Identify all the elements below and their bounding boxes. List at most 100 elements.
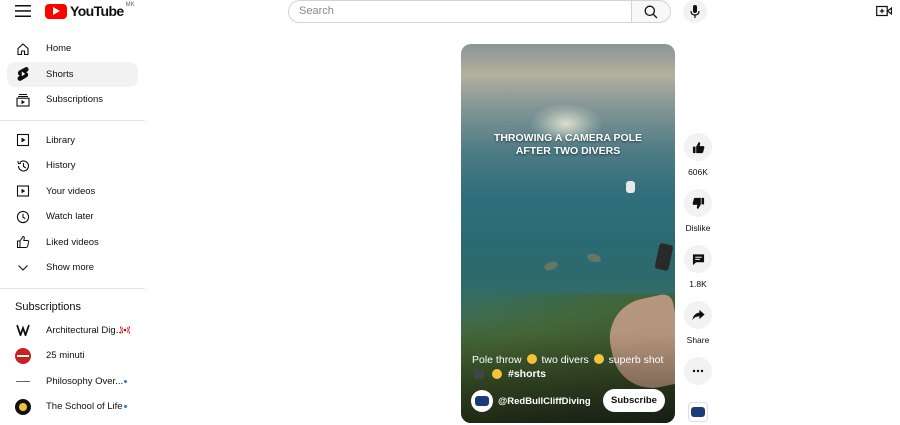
thumbs-up-icon xyxy=(692,141,704,153)
dislike-action: Dislike xyxy=(683,189,713,233)
country-code: MK xyxy=(125,2,135,8)
dislike-label: Dislike xyxy=(685,223,711,233)
live-indicator-icon xyxy=(119,325,131,336)
caption-text-3: superb shot xyxy=(608,354,664,366)
new-content-dot xyxy=(124,405,127,408)
sidebar-item-watch-later[interactable]: Watch later xyxy=(7,204,138,230)
share-icon xyxy=(691,309,705,321)
sidebar-item-show-more[interactable]: Show more xyxy=(7,255,138,281)
history-icon xyxy=(15,158,31,174)
home-icon xyxy=(15,41,31,57)
share-label: Share xyxy=(686,335,710,345)
search-icon xyxy=(644,5,658,18)
caption-text-2: two divers xyxy=(541,354,589,366)
sidebar-item-label: Subscriptions xyxy=(46,94,104,106)
star-eyes-emoji-icon xyxy=(492,369,502,379)
youtube-play-icon xyxy=(45,3,67,19)
create-button[interactable] xyxy=(874,3,894,19)
comments-action: 1.8K xyxy=(683,245,713,289)
like-action: 606K xyxy=(683,133,713,177)
sound-channel-avatar[interactable] xyxy=(688,402,708,422)
sidebar-item-home[interactable]: Home xyxy=(7,36,138,62)
like-count: 606K xyxy=(688,167,708,177)
video-frame-boat xyxy=(626,181,635,193)
more-horizontal-icon xyxy=(692,369,704,373)
channel-name[interactable]: @RedBullCliffDiving xyxy=(498,396,591,407)
subscription-item-architectural-digest[interactable]: Architectural Dig... xyxy=(7,318,138,344)
sidebar-item-shorts[interactable]: Shorts xyxy=(7,61,138,87)
subscription-item-philosophy-overdose[interactable]: Philosophy Over... xyxy=(7,369,138,395)
subscription-label: 25 minuti xyxy=(46,350,85,362)
shorts-video-player[interactable]: THROWING A CAMERA POLE AFTER TWO DIVERS … xyxy=(461,44,675,423)
subscription-label: Architectural Dig... xyxy=(46,324,124,336)
share-action: Share xyxy=(683,301,713,345)
video-frame-diver xyxy=(543,259,559,273)
sidebar-item-label: Watch later xyxy=(46,211,94,223)
sidebar-item-library[interactable]: Library xyxy=(7,128,138,154)
channel-avatar xyxy=(15,347,31,364)
sidebar-item-your-videos[interactable]: Your videos xyxy=(7,179,138,205)
logo-text: YouTube xyxy=(70,3,124,19)
subscription-item-the-school-of-life[interactable]: The School of Life xyxy=(7,394,138,420)
sidebar-item-subscriptions[interactable]: Subscriptions xyxy=(7,87,138,113)
more-options-button[interactable] xyxy=(684,357,712,385)
like-button[interactable] xyxy=(684,133,712,161)
sidebar-item-label: Show more xyxy=(46,262,95,274)
library-icon xyxy=(15,132,31,148)
subscriptions-heading: Subscriptions xyxy=(15,300,82,313)
sidebar-item-label: Home xyxy=(46,43,72,55)
chevron-down-icon xyxy=(15,260,31,276)
video-overlay-title: THROWING A CAMERA POLE AFTER TWO DIVERS xyxy=(461,132,675,158)
hamburger-icon xyxy=(15,5,31,17)
channel-avatar xyxy=(15,373,31,390)
top-bar: YouTube MK Search xyxy=(0,0,900,24)
sidebar-item-label: Your videos xyxy=(46,185,96,197)
video-frame-diver xyxy=(586,252,602,264)
subscription-item-25-minuti[interactable]: 25 minuti xyxy=(7,343,138,369)
video-caption[interactable]: Pole throw two divers superb shot #short… xyxy=(472,353,672,381)
subscription-label: The School of Life xyxy=(46,401,123,413)
microphone-icon xyxy=(690,5,700,18)
sidebar-item-history[interactable]: History xyxy=(7,153,138,179)
menu-button[interactable] xyxy=(12,2,34,20)
comments-button[interactable] xyxy=(684,245,712,273)
create-video-icon xyxy=(876,5,892,17)
channel-avatar xyxy=(15,398,31,415)
shorts-icon xyxy=(15,66,31,82)
channel-avatar[interactable] xyxy=(471,390,493,412)
channel-avatar xyxy=(15,322,31,339)
subscription-label: Philosophy Over... xyxy=(46,375,124,387)
sidebar-item-liked-videos[interactable]: Liked videos xyxy=(7,230,138,256)
share-button[interactable] xyxy=(684,301,712,329)
subscribe-button[interactable]: Subscribe xyxy=(603,389,665,412)
overlay-line-2: AFTER TWO DIVERS xyxy=(515,145,621,157)
search-input[interactable]: Search xyxy=(288,0,631,23)
comment-count: 1.8K xyxy=(689,279,707,289)
sidebar: Home Shorts Subscriptions Library Histor… xyxy=(0,36,145,420)
thumbs-up-icon xyxy=(15,234,31,250)
handshake-emoji-icon xyxy=(526,354,537,364)
voice-search-button[interactable] xyxy=(683,0,707,23)
video-frame-phone xyxy=(654,242,674,272)
search-button[interactable] xyxy=(631,0,671,23)
your-videos-icon xyxy=(15,183,31,199)
thumbs-down-icon xyxy=(692,197,704,209)
new-content-dot xyxy=(124,379,127,383)
comment-icon xyxy=(692,253,704,265)
sidebar-item-label: History xyxy=(46,160,76,172)
sidebar-divider xyxy=(0,119,145,121)
youtube-logo[interactable]: YouTube MK xyxy=(45,2,135,19)
camera-emoji-icon xyxy=(474,369,484,379)
caption-hashtag[interactable]: #shorts xyxy=(508,367,546,381)
caption-text-1: Pole throw xyxy=(472,354,522,366)
overlay-line-1: THROWING A CAMERA POLE xyxy=(493,132,643,144)
sidebar-divider xyxy=(0,287,145,289)
channel-row: @RedBullCliffDiving Subscribe xyxy=(471,389,669,413)
more-action xyxy=(683,357,713,385)
sidebar-item-label: Shorts xyxy=(46,68,74,80)
dislike-button[interactable] xyxy=(684,189,712,217)
pointing-hand-emoji-icon xyxy=(593,354,604,364)
sidebar-item-label: Library xyxy=(46,134,76,146)
subscriptions-icon xyxy=(15,92,31,108)
sidebar-item-label: Liked videos xyxy=(46,236,99,248)
